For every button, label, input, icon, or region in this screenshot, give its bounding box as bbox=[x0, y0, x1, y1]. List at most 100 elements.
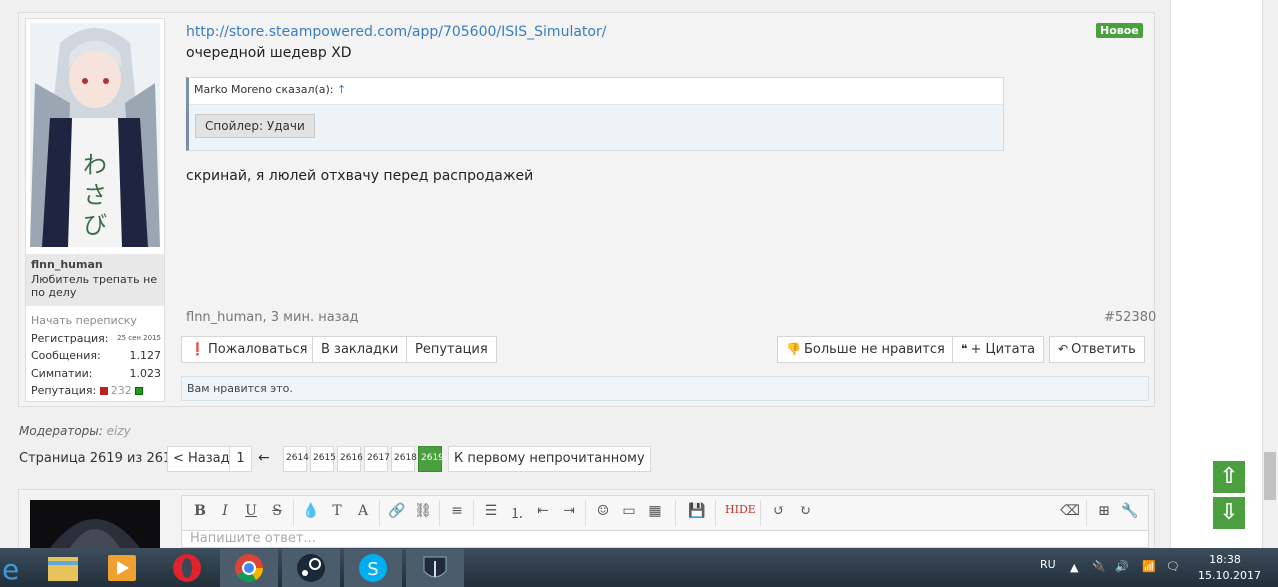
save-icon[interactable]: 💾 bbox=[685, 503, 709, 523]
reply-placeholder: Напишите ответ... bbox=[190, 531, 316, 546]
start-pm-link[interactable]: Начать переписку bbox=[31, 314, 137, 327]
unlike-button[interactable]: 👎 Больше не нравится bbox=[777, 336, 954, 363]
moderator-name[interactable]: eizy bbox=[107, 424, 131, 438]
clock[interactable]: 18:38 15.10.2017 bbox=[1198, 553, 1261, 587]
hide-button[interactable]: HIDE bbox=[725, 503, 756, 523]
pager-unread[interactable]: К первому непрочитанному bbox=[448, 446, 651, 472]
bold-button[interactable]: B bbox=[188, 503, 212, 523]
report-button[interactable]: ❗ Пожаловаться bbox=[181, 336, 317, 363]
wrench-icon[interactable]: 🔧 bbox=[1118, 503, 1142, 523]
thumbs-down-icon: 👎 bbox=[786, 342, 801, 356]
opera-icon[interactable] bbox=[158, 549, 216, 587]
strike-button[interactable]: S bbox=[265, 503, 289, 523]
scroll-down-icon[interactable]: ⇩ bbox=[1213, 497, 1245, 529]
svg-text:び: び bbox=[83, 211, 107, 239]
font-size-button[interactable]: T bbox=[325, 503, 349, 523]
outdent-icon[interactable]: ⇤ bbox=[531, 503, 555, 523]
skype-icon[interactable]: S bbox=[344, 549, 402, 587]
forum-page: わ さ び flnn_human Любитель трепать не по … bbox=[0, 0, 1278, 548]
quote-icon: ❝ bbox=[961, 342, 968, 356]
reply-avatar[interactable] bbox=[30, 500, 160, 548]
scroll-thumb[interactable] bbox=[1264, 452, 1276, 500]
rep-minus-icon[interactable] bbox=[99, 386, 108, 395]
numbers-icon[interactable]: ⒈ bbox=[505, 503, 529, 523]
smiley-icon[interactable]: ☺ bbox=[591, 503, 615, 523]
toolbar-separator bbox=[473, 500, 474, 526]
pager-page[interactable]: 2618 bbox=[391, 446, 417, 472]
power-icon[interactable]: 🔌 bbox=[1092, 560, 1106, 587]
bullets-icon[interactable]: ☰ bbox=[479, 503, 503, 523]
avatar[interactable]: わ さ び bbox=[30, 23, 160, 247]
eraser-icon[interactable]: ⌫ bbox=[1058, 503, 1082, 523]
redo-icon[interactable]: ↻ bbox=[793, 503, 817, 523]
bookmark-label: В закладки bbox=[321, 342, 399, 357]
reply-button[interactable]: ↶ Ответить bbox=[1049, 336, 1145, 363]
italic-button[interactable]: I bbox=[213, 503, 237, 523]
post-number[interactable]: #52380 bbox=[1104, 310, 1156, 325]
app-shield-icon[interactable] bbox=[406, 549, 464, 587]
pager-page[interactable]: 2616 bbox=[337, 446, 363, 472]
reply-input[interactable]: Напишите ответ... bbox=[181, 531, 1149, 548]
pager-page[interactable]: 2617 bbox=[364, 446, 390, 472]
drop-icon[interactable]: 💧 bbox=[299, 503, 323, 523]
bookmark-button[interactable]: В закладки bbox=[312, 336, 408, 363]
svg-text:わ: わ bbox=[83, 151, 107, 179]
lang-indicator[interactable]: RU bbox=[1040, 558, 1056, 587]
pager-page[interactable]: 2615 bbox=[310, 446, 336, 472]
moderators-label: Модераторы: bbox=[19, 424, 103, 438]
pager-prev[interactable]: < Назад bbox=[167, 446, 236, 472]
rep-label: Репутация: bbox=[31, 384, 97, 398]
tray-expand-icon[interactable]: ▲ bbox=[1070, 561, 1078, 587]
reputation-button[interactable]: Репутация bbox=[406, 336, 497, 363]
rep-value: 232 bbox=[110, 384, 132, 398]
username[interactable]: flnn_human bbox=[31, 258, 159, 271]
reg-value: 25 сен 2015 bbox=[117, 334, 161, 343]
reply-label: Ответить bbox=[1071, 342, 1136, 357]
svg-text:さ: さ bbox=[83, 181, 107, 209]
steam-icon[interactable] bbox=[282, 549, 340, 587]
msgs-label: Сообщения: bbox=[31, 349, 101, 363]
spoiler-button[interactable]: Спойлер: Удачи bbox=[195, 114, 315, 138]
post-link[interactable]: http://store.steampowered.com/app/705600… bbox=[186, 24, 606, 40]
pager-first[interactable]: 1 bbox=[229, 446, 252, 472]
clock-date: 15.10.2017 bbox=[1198, 569, 1261, 582]
likes-summary: Вам нравится это. bbox=[181, 376, 1149, 401]
volume-icon[interactable]: 🔊 bbox=[1115, 560, 1129, 587]
reg-label: Регистрация: bbox=[31, 331, 109, 345]
action-center-icon[interactable]: 🗨 bbox=[1166, 560, 1180, 587]
unlink-icon[interactable]: ⛓ bbox=[411, 503, 435, 523]
media-player-icon[interactable] bbox=[94, 549, 152, 587]
media-icon[interactable]: ▦ bbox=[643, 503, 667, 523]
network-icon[interactable]: 📶 bbox=[1142, 560, 1156, 587]
post-meta[interactable]: flnn_human, 3 мин. назад bbox=[186, 310, 359, 325]
user-extra: Начать переписку Регистрация: 25 сен 2015… bbox=[31, 312, 161, 400]
pager-page-current[interactable]: 2619 bbox=[418, 446, 444, 472]
quote-jump-icon[interactable]: ↑ bbox=[337, 83, 346, 96]
quote-button[interactable]: ❝ + Цитата bbox=[952, 336, 1045, 363]
align-icon[interactable]: ≡ bbox=[445, 503, 469, 523]
indent-icon[interactable]: ⇥ bbox=[557, 503, 581, 523]
report-label: Пожаловаться bbox=[207, 342, 308, 357]
toolbar-separator bbox=[760, 500, 761, 526]
pager-ellipsis[interactable]: ← bbox=[258, 450, 270, 466]
pager-label: Страница 2619 из 2619 bbox=[19, 451, 180, 466]
clock-time: 18:38 bbox=[1209, 553, 1241, 566]
rep-plus-icon[interactable] bbox=[134, 386, 143, 395]
toolbar-separator bbox=[715, 500, 716, 526]
post-text-1: очередной шедевр XD bbox=[186, 45, 352, 61]
underline-button[interactable]: U bbox=[239, 503, 263, 523]
expand-icon[interactable]: ⊞ bbox=[1092, 503, 1116, 523]
moderators: Модераторы: eizy bbox=[19, 424, 131, 438]
quote-author: Marko Moreno сказал(а): bbox=[194, 83, 338, 96]
link-icon[interactable]: 🔗 bbox=[385, 503, 409, 523]
file-explorer-icon[interactable] bbox=[34, 549, 92, 587]
scroll-up-icon[interactable]: ⇧ bbox=[1213, 461, 1245, 493]
font-color-button[interactable]: A bbox=[351, 503, 375, 523]
likes-label: Симпатии: bbox=[31, 366, 93, 380]
pager-page[interactable]: 2614 bbox=[283, 446, 309, 472]
user-info: flnn_human Любитель трепать не по делу bbox=[26, 254, 164, 306]
chrome-icon[interactable] bbox=[220, 549, 278, 587]
image-icon[interactable]: ▭ bbox=[617, 503, 641, 523]
svg-text:S: S bbox=[367, 559, 378, 580]
undo-icon[interactable]: ↺ bbox=[767, 503, 791, 523]
